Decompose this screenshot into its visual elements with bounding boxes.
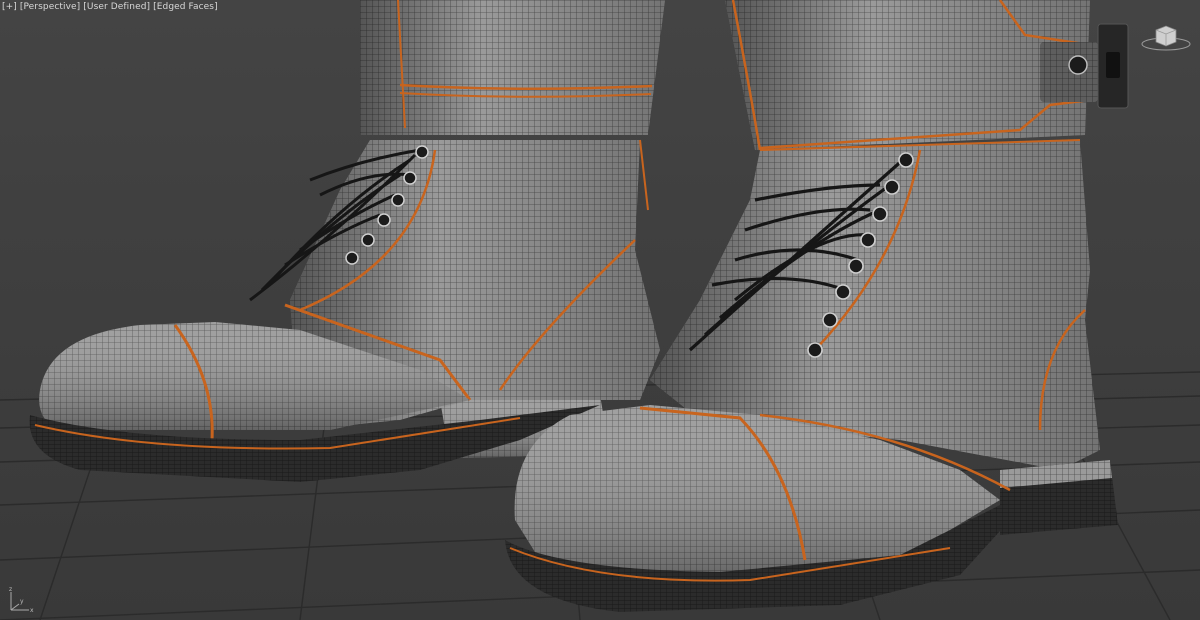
viewport-shading-label[interactable]: [Edged Faces] <box>153 2 218 12</box>
viewport-perspective[interactable]: [+] [Perspective] [User Defined] [Edged … <box>0 0 1200 620</box>
left-trouser-leg <box>360 0 665 135</box>
viewport-label: [+] [Perspective] [User Defined] [Edged … <box>2 2 218 12</box>
axis-tripod-icon: z x y <box>9 586 34 614</box>
scene-canvas[interactable] <box>0 0 1200 620</box>
axis-z-label: z <box>9 586 12 593</box>
viewport-camera-label[interactable]: [User Defined] <box>83 2 150 12</box>
viewcube-icon[interactable] <box>1140 22 1192 52</box>
axis-x-label: x <box>30 607 34 614</box>
viewport-menu-plus[interactable]: [+] <box>2 2 17 12</box>
right-trouser-leg <box>725 0 1129 151</box>
axis-y-label: y <box>20 598 24 605</box>
right-boot-heel <box>1000 460 1118 535</box>
viewport-view-label[interactable]: [Perspective] <box>20 2 80 12</box>
